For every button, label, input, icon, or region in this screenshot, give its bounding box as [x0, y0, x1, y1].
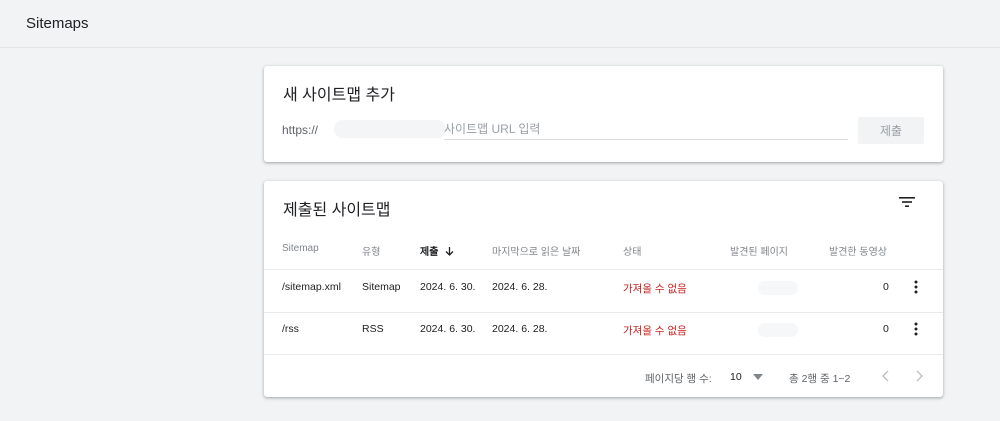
row-2-sitemap[interactable]: /rss	[282, 323, 299, 335]
column-header-pages[interactable]: 발견된 페이지	[730, 243, 788, 258]
submitted-sitemaps-title: 제출된 사이트맵	[283, 202, 391, 219]
url-prefix: https://	[282, 123, 319, 137]
submit-button[interactable]: 제출	[858, 117, 924, 144]
submitted-sitemaps-card: 제출된 사이트맵 Sitemap 유형 제출 마지막으로 읽은 날짜 상태 발견…	[264, 181, 943, 397]
row-1-status: 가져올 수 없음	[623, 283, 687, 295]
add-sitemap-title: 새 사이트맵 추가	[283, 87, 395, 104]
add-sitemap-card: 새 사이트맵 추가 https:// 제출	[264, 66, 943, 162]
row-divider	[264, 312, 943, 313]
row-divider	[264, 269, 943, 270]
row-1-videos: 0	[883, 281, 889, 293]
row-2-more-vert-icon[interactable]	[913, 322, 919, 336]
row-1-last-read: 2024. 6. 28.	[492, 281, 548, 293]
column-header-last-read[interactable]: 마지막으로 읽은 날짜	[492, 243, 580, 258]
row-2-submitted: 2024. 6. 30.	[420, 323, 476, 335]
column-header-submitted[interactable]: 제출	[420, 243, 454, 258]
rows-per-page-select[interactable]: 10	[730, 371, 742, 383]
row-2-status: 가져올 수 없음	[623, 325, 687, 337]
chevron-left-icon[interactable]	[881, 370, 891, 382]
row-2-pages-redacted	[758, 323, 798, 337]
row-2-videos: 0	[883, 323, 889, 335]
row-1-submitted: 2024. 6. 30.	[420, 281, 476, 293]
page-title: Sitemaps	[26, 15, 89, 32]
filter-icon[interactable]	[898, 195, 916, 209]
row-1-sitemap[interactable]: /sitemap.xml	[282, 281, 341, 293]
column-header-status[interactable]: 상태	[623, 243, 641, 258]
redacted-domain	[334, 120, 446, 138]
row-divider	[264, 354, 943, 355]
pagination-range: 총 2행 중 1~2	[789, 373, 851, 385]
row-2-last-read: 2024. 6. 28.	[492, 323, 548, 335]
rows-per-page-label: 페이지당 행 수:	[645, 373, 712, 385]
sitemap-url-input[interactable]	[444, 118, 848, 140]
row-2-type: RSS	[362, 323, 384, 335]
dropdown-arrow-icon[interactable]	[753, 374, 763, 380]
page-header: Sitemaps	[0, 0, 1000, 48]
row-1-pages-redacted	[758, 281, 798, 295]
column-header-videos[interactable]: 발견한 동영상	[829, 243, 887, 258]
column-header-submitted-label: 제출	[420, 247, 439, 258]
column-header-type[interactable]: 유형	[362, 243, 380, 258]
sort-arrow-down-icon	[445, 247, 454, 256]
row-1-more-vert-icon[interactable]	[913, 280, 919, 294]
chevron-right-icon[interactable]	[914, 370, 924, 382]
row-1-type: Sitemap	[362, 281, 401, 293]
column-header-sitemap[interactable]: Sitemap	[282, 243, 319, 254]
